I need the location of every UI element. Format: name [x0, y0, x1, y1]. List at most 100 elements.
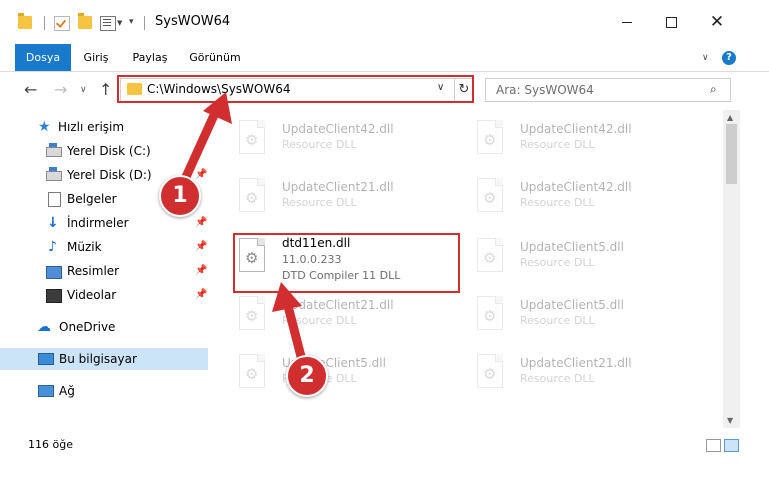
- refresh-button[interactable]: ↻: [454, 79, 473, 101]
- file-name: UpdateClient21.dll: [520, 356, 632, 370]
- file-item[interactable]: ⚙ UpdateClient42.dll Resource DLL: [215, 114, 445, 162]
- pin-icon[interactable]: 📌: [195, 217, 207, 228]
- file-item[interactable]: ⚙ UpdateClient21.dll Resource DLL: [215, 290, 445, 338]
- forward-arrow-icon[interactable]: →: [54, 80, 67, 99]
- scroll-up-arrow-icon[interactable]: ▲: [727, 113, 733, 122]
- file-description: Resource DLL: [282, 372, 357, 385]
- navigation-bar: ← → ∨ ↑ C:\Windows\SysWOW64 ∨ ↻ Ara: Sys…: [0, 72, 769, 108]
- file-description: Resource DLL: [282, 314, 357, 327]
- sidebar-item-pictures[interactable]: Resimler 📌: [0, 260, 208, 282]
- maximize-button[interactable]: [656, 11, 686, 33]
- properties-icon[interactable]: [100, 16, 116, 31]
- download-icon: ↓: [47, 215, 59, 231]
- pin-icon[interactable]: 📌: [195, 289, 207, 300]
- sidebar-item-onedrive[interactable]: ☁ OneDrive: [0, 316, 208, 338]
- dll-file-icon: ⚙: [473, 296, 505, 336]
- scroll-down-arrow-icon[interactable]: ▼: [727, 416, 733, 425]
- file-item[interactable]: ⚙ UpdateClient42.dll Resource DLL: [453, 114, 683, 162]
- expand-ribbon-icon[interactable]: ∨: [702, 53, 709, 63]
- sidebar-item-label: Bu bilgisayar: [59, 352, 137, 366]
- maximize-icon: [666, 17, 677, 28]
- file-name: UpdateClient5.dll: [282, 356, 386, 370]
- navigation-pane: ★ Hızlı erişim Yerel Disk (C:) Yerel Dis…: [0, 110, 208, 428]
- dropdown-arrow-icon[interactable]: ▼: [117, 19, 122, 27]
- dll-file-icon: ⚙: [473, 238, 505, 278]
- sidebar-item-network[interactable]: Ağ: [0, 380, 208, 402]
- minimize-icon: [622, 22, 632, 23]
- search-icon[interactable]: ⌕: [710, 82, 717, 97]
- tab-view[interactable]: Görünüm: [186, 44, 244, 71]
- close-button[interactable]: ✕: [702, 11, 732, 33]
- scrollbar-thumb[interactable]: [726, 124, 737, 184]
- documents-icon: [48, 192, 61, 207]
- file-item[interactable]: ⚙ UpdateClient21.dll Resource DLL: [215, 172, 445, 220]
- sidebar-item-this-pc[interactable]: Bu bilgisayar: [0, 348, 208, 370]
- customize-qat-icon[interactable]: ▾: [129, 17, 134, 27]
- file-description: Resource DLL: [520, 372, 595, 385]
- sidebar-item-downloads[interactable]: ↓ İndirmeler 📌: [0, 212, 208, 234]
- videos-icon: [46, 289, 62, 303]
- file-name: dtd11en.dll: [282, 236, 351, 250]
- network-icon: [38, 385, 54, 397]
- file-name: UpdateClient5.dll: [520, 298, 624, 312]
- dll-file-icon: ⚙: [235, 238, 267, 278]
- file-description: Resource DLL: [520, 314, 595, 327]
- dll-file-icon: ⚙: [235, 354, 267, 394]
- new-folder-icon[interactable]: [78, 13, 92, 29]
- file-item[interactable]: ⚙ UpdateClient5.dll Resource DLL: [215, 348, 445, 396]
- sidebar-item-disk-d[interactable]: Yerel Disk (D:) 📌: [0, 164, 208, 186]
- tab-file[interactable]: Dosya: [15, 44, 71, 71]
- pin-icon[interactable]: 📌: [195, 265, 207, 276]
- address-bar[interactable]: C:\Windows\SysWOW64 ∨ ↻: [120, 78, 474, 102]
- sidebar-item-label: Yerel Disk (C:): [67, 144, 151, 158]
- up-arrow-icon[interactable]: ↑: [99, 80, 112, 99]
- file-name: UpdateClient42.dll: [520, 122, 632, 136]
- sidebar-item-label: Belgeler: [67, 192, 117, 206]
- drive-icon: [46, 143, 62, 157]
- file-description: Resource DLL: [520, 138, 595, 151]
- tab-share[interactable]: Paylaş: [127, 44, 173, 71]
- sidebar-item-disk-c[interactable]: Yerel Disk (C:): [0, 140, 208, 162]
- file-item[interactable]: ⚙ UpdateClient5.dll Resource DLL: [453, 232, 683, 280]
- pin-icon[interactable]: 📌: [195, 241, 207, 252]
- star-icon: ★: [38, 119, 51, 135]
- qat-separator: [44, 16, 45, 30]
- sidebar-item-label: Ağ: [59, 384, 75, 398]
- recent-locations-icon[interactable]: ∨: [80, 85, 87, 95]
- vertical-scrollbar[interactable]: ▲ ▼: [723, 110, 740, 428]
- pin-icon[interactable]: 📌: [195, 169, 207, 180]
- chevron-down-icon[interactable]: ∨: [437, 82, 444, 93]
- minimize-button[interactable]: [612, 11, 642, 33]
- file-description: Resource DLL: [520, 256, 595, 269]
- file-name: UpdateClient42.dll: [520, 180, 632, 194]
- details-view-icon[interactable]: [706, 439, 721, 452]
- status-bar: 116 öğe: [0, 432, 769, 458]
- folder-icon: [127, 83, 142, 95]
- sidebar-item-videos[interactable]: Videolar 📌: [0, 284, 208, 306]
- file-item[interactable]: ⚙ UpdateClient5.dll Resource DLL: [453, 290, 683, 338]
- file-description: Resource DLL: [282, 138, 357, 151]
- file-list: ⚙ UpdateClient42.dll Resource DLL ⚙ Upda…: [215, 110, 723, 428]
- sidebar-item-music[interactable]: ♪ Müzik 📌: [0, 236, 208, 258]
- sidebar-item-quick-access[interactable]: ★ Hızlı erişim: [0, 116, 208, 138]
- window-title: SysWOW64: [155, 14, 231, 29]
- tiles-view-icon[interactable]: [724, 439, 739, 452]
- file-item-dtd11en[interactable]: ⚙ dtd11en.dll 11.0.0.233 DTD Compiler 11…: [215, 232, 445, 292]
- window-bottom: [0, 458, 769, 484]
- sidebar-item-documents[interactable]: Belgeler: [0, 188, 208, 210]
- tab-home[interactable]: Giriş: [78, 44, 114, 71]
- checklist-icon[interactable]: [54, 16, 70, 31]
- search-input[interactable]: Ara: SysWOW64: [496, 83, 594, 97]
- file-item[interactable]: ⚙ UpdateClient21.dll Resource DLL: [453, 348, 683, 396]
- back-arrow-icon[interactable]: ←: [24, 80, 37, 99]
- address-path[interactable]: C:\Windows\SysWOW64: [147, 82, 291, 96]
- search-box[interactable]: Ara: SysWOW64 ⌕: [485, 78, 731, 102]
- sidebar-item-label: OneDrive: [59, 320, 116, 334]
- file-item[interactable]: ⚙ UpdateClient42.dll Resource DLL: [453, 172, 683, 220]
- dll-file-icon: ⚙: [235, 296, 267, 336]
- sidebar-item-label: Videolar: [67, 288, 117, 302]
- dll-file-icon: ⚙: [235, 120, 267, 160]
- help-icon[interactable]: ?: [722, 51, 736, 65]
- sidebar-item-label: Yerel Disk (D:): [67, 168, 152, 182]
- file-description: Resource DLL: [520, 196, 595, 209]
